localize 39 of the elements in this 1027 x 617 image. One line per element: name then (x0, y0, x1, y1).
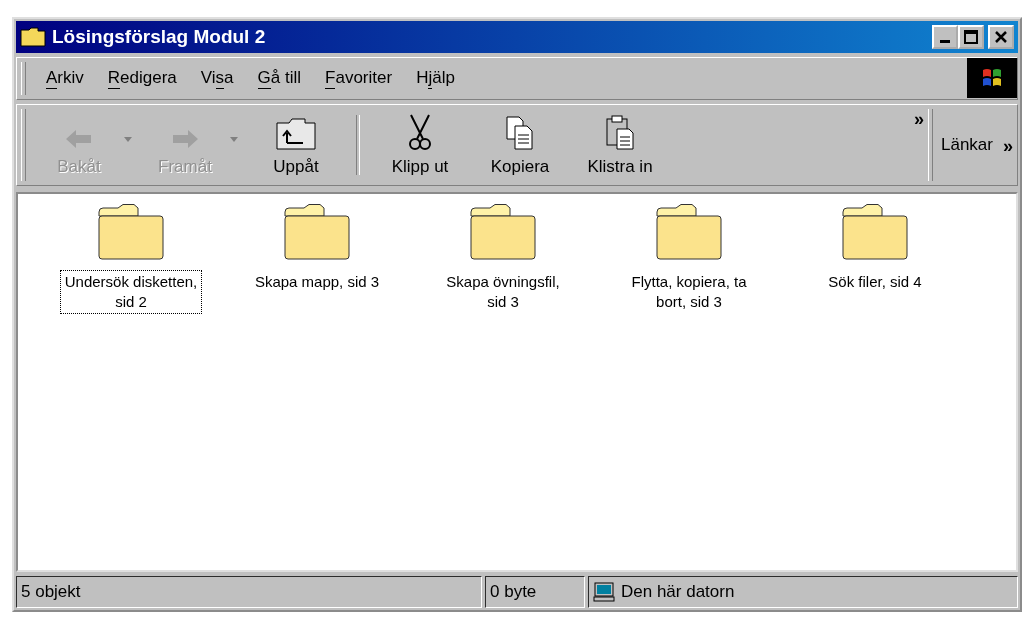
folder-icon (284, 203, 350, 260)
minimize-icon (940, 40, 950, 43)
links-chevron[interactable]: » (1003, 136, 1013, 158)
up-button[interactable]: Uppåt (246, 104, 346, 185)
window-title: Lösingsförslag Modul 2 (52, 26, 266, 48)
copy-icon (505, 114, 535, 151)
folder-name[interactable]: Skapa mapp, sid 3 (251, 269, 383, 294)
folder-icon (98, 203, 164, 260)
more-chevron[interactable]: » (914, 108, 924, 130)
maximize-icon (964, 30, 978, 44)
minimize-button[interactable] (932, 25, 958, 49)
folder-name[interactable]: Sök filer, sid 4 (825, 269, 925, 294)
menu-item[interactable]: Redigera (95, 58, 189, 99)
cut-button[interactable]: Klipp ut (370, 104, 470, 185)
close-button[interactable] (988, 25, 1014, 49)
menu-item[interactable]: Hjälp (404, 58, 467, 99)
size-text: 0 byte (485, 576, 585, 608)
folder-name[interactable]: Undersök disketten, sid 2 (60, 269, 202, 314)
folder-icon (842, 203, 908, 260)
folder-icon (656, 203, 722, 260)
folder-icon (470, 203, 536, 260)
maximize-button[interactable] (958, 25, 984, 49)
menu-item[interactable]: Arkiv (34, 58, 96, 99)
folder-name[interactable]: Skapa övningsfil, sid 3 (432, 269, 574, 314)
object-count: 5 objekt (16, 576, 482, 608)
windows-logo (967, 58, 1017, 99)
menu-item[interactable]: Gå till (245, 58, 314, 99)
paste-icon (605, 114, 635, 151)
links-label[interactable]: Länkar (941, 134, 993, 155)
menu-item[interactable]: Favoriter (313, 58, 405, 99)
computer-icon (593, 582, 615, 602)
folder-icon (20, 27, 46, 47)
menu-item[interactable]: Visa (188, 58, 246, 99)
folder-name[interactable]: Flytta, kopiera, ta bort, sid 3 (618, 269, 760, 314)
close-icon (994, 30, 1008, 44)
location-text: Den här datorn (621, 582, 735, 602)
paste-button[interactable]: Klistra in (570, 104, 670, 185)
folder-up-icon (275, 116, 317, 151)
copy-button[interactable]: Kopiera (470, 104, 570, 185)
